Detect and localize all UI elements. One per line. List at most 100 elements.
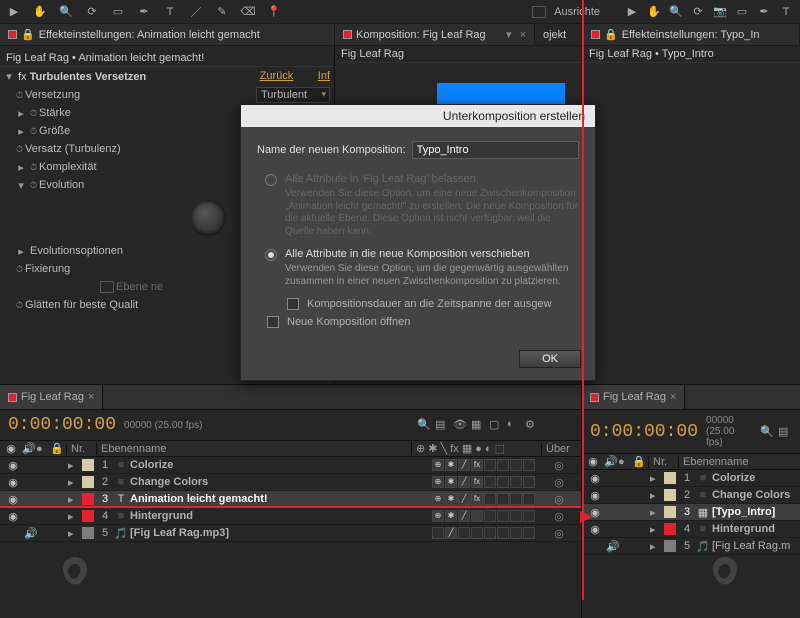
disclosure-icon[interactable]: ▾ <box>4 70 14 83</box>
pin-tool-icon[interactable]: 📍 <box>266 4 282 20</box>
disclosure-icon[interactable]: ▸ <box>68 459 80 472</box>
layer-row[interactable]: 🔊 ▸ 5 🎵 [Fig Leaf Rag.mp3] ╱◎ <box>0 525 581 542</box>
brush-tool-icon[interactable]: ／ <box>188 4 204 20</box>
stopwatch-icon[interactable]: ⏱ <box>16 264 23 275</box>
timeline-tab[interactable]: Fig Leaf Rag × <box>582 385 685 409</box>
layer-row[interactable]: ◉ ▸ 3 ▦ [Typo_Intro] <box>582 504 800 521</box>
tab-effect-settings-left[interactable]: 🔒 Effekteinstellungen: Animation leicht … <box>0 24 335 45</box>
duration-checkbox-row[interactable]: Kompositionsdauer an die Zeitspanne der … <box>287 298 579 310</box>
stopwatch-icon[interactable]: ⏱ <box>30 180 37 191</box>
eraser-tool-icon[interactable]: ⌫ <box>240 4 256 20</box>
layer-row[interactable]: ◉ ▸ 4 ■ Hintergrund ⊕✱╱◎ <box>0 508 581 525</box>
comp-viewer[interactable] <box>335 63 583 109</box>
stamp-tool-icon[interactable]: ✎ <box>214 4 230 20</box>
label-color[interactable] <box>82 510 94 522</box>
hand-tool-icon[interactable]: ✋ <box>32 4 48 20</box>
zoom-tool2-icon[interactable]: 🔍 <box>668 4 684 20</box>
pen-tool2-icon[interactable]: ✒ <box>756 4 772 20</box>
close-icon[interactable]: × <box>88 391 94 403</box>
tab-effect-settings-right[interactable]: 🔒 Effekteinstellungen: Typo_In <box>583 24 800 45</box>
checkbox-open[interactable] <box>267 316 279 328</box>
layer-row[interactable]: ◉ ▸ 4 ■ Hintergrund <box>582 521 800 538</box>
rotate-tool-icon[interactable]: ⟳ <box>84 4 100 20</box>
stopwatch-icon[interactable]: ⏱ <box>16 300 23 311</box>
label-color[interactable] <box>82 476 94 488</box>
speaker-icon[interactable]: 🔊 <box>24 527 38 540</box>
timecode[interactable]: 0:00:00:00 <box>590 422 698 442</box>
text-tool-icon[interactable]: T <box>162 4 178 20</box>
disclosure-icon[interactable]: ▸ <box>68 527 80 540</box>
stopwatch-icon[interactable]: ⏱ <box>30 126 37 137</box>
disclosure-icon[interactable]: ▸ <box>16 245 26 258</box>
graph-icon[interactable]: ▤ <box>778 425 792 439</box>
camera-tool-icon[interactable]: 📷 <box>712 4 728 20</box>
shy-icon[interactable]: 👁 <box>453 418 467 432</box>
frame-blend-icon[interactable]: ▢ <box>489 418 503 432</box>
search-icon[interactable]: 🔍 <box>417 418 431 432</box>
timecode[interactable]: 0:00:00:00 <box>8 415 116 435</box>
close-icon[interactable]: × <box>670 391 676 403</box>
disclosure-icon[interactable]: ▸ <box>16 161 26 174</box>
text-tool2-icon[interactable]: T <box>778 4 794 20</box>
rect-tool2-icon[interactable]: ▭ <box>734 4 750 20</box>
dropdown-versetzung[interactable]: Turbulent <box>256 87 330 103</box>
disclosure-icon[interactable]: ▸ <box>68 476 80 489</box>
eye-icon[interactable]: ◉ <box>2 476 24 489</box>
tab-project[interactable]: ojekt <box>535 24 583 45</box>
zoom-tool-icon[interactable]: 🔍 <box>58 4 74 20</box>
label-color[interactable] <box>664 506 676 518</box>
disclosure-icon[interactable]: ▸ <box>650 472 662 485</box>
align-checkbox[interactable] <box>532 6 546 18</box>
disclosure-icon[interactable]: ▸ <box>68 510 80 523</box>
ok-button[interactable]: OK <box>519 350 581 368</box>
selection-tool-icon[interactable]: ▶ <box>6 4 22 20</box>
stopwatch-icon[interactable]: ⏱ <box>30 162 37 173</box>
disclosure-icon[interactable]: ▸ <box>16 107 26 120</box>
label-color[interactable] <box>82 459 94 471</box>
disclosure-icon[interactable]: ▸ <box>650 506 662 519</box>
graph-icon[interactable]: ▤ <box>435 418 449 432</box>
eye-icon[interactable]: ◉ <box>2 459 24 472</box>
disclosure-icon[interactable]: ▾ <box>16 179 26 192</box>
open-checkbox-row[interactable]: Neue Komposition öffnen <box>267 316 579 328</box>
label-color[interactable] <box>664 523 676 535</box>
layer-row[interactable]: ◉ ▸ 3 T Animation leicht gemacht! ⊕✱╱fx◎ <box>0 491 581 508</box>
checkbox-duration[interactable] <box>287 298 299 310</box>
reset-link[interactable]: Zurück <box>260 70 294 82</box>
disclosure-icon[interactable]: ▸ <box>650 523 662 536</box>
eye-icon[interactable]: ◉ <box>584 472 606 485</box>
disclosure-icon[interactable]: ▸ <box>68 493 80 506</box>
timeline-tab[interactable]: Fig Leaf Rag × <box>0 385 103 409</box>
stopwatch-icon[interactable]: ⏱ <box>16 144 23 155</box>
stopwatch-icon[interactable]: ⏱ <box>16 90 23 101</box>
tab-dropdown-icon[interactable]: ▾ <box>506 28 512 41</box>
label-color[interactable] <box>664 472 676 484</box>
layer-row[interactable]: ◉ ▸ 1 ■ Colorize <box>582 470 800 487</box>
rotation-knob[interactable] <box>190 200 226 236</box>
layer-row[interactable]: ◉ ▸ 2 ■ Change Colors ⊕✱╱fx◎ <box>0 474 581 491</box>
brainstorm-icon[interactable]: ⚙ <box>525 418 539 432</box>
label-color[interactable] <box>82 493 94 505</box>
eye-icon[interactable]: ◉ <box>2 493 24 506</box>
disclosure-icon[interactable]: ▸ <box>650 489 662 502</box>
tab-composition[interactable]: Komposition: Fig Leaf Rag ▾ × <box>335 24 535 45</box>
layer-row[interactable]: 🔊 ▸ 5 🎵 [Fig Leaf Rag.m <box>582 538 800 555</box>
checkbox-ebene[interactable] <box>100 281 114 293</box>
comp-name-input[interactable] <box>412 141 579 159</box>
search-icon[interactable]: 🔍 <box>760 425 774 439</box>
close-icon[interactable]: × <box>520 29 526 41</box>
motion-blur-icon[interactable]: ◐ <box>507 418 521 432</box>
label-color[interactable] <box>664 489 676 501</box>
label-color[interactable] <box>664 540 676 552</box>
rect-tool-icon[interactable]: ▭ <box>110 4 126 20</box>
disclosure-icon[interactable]: ▸ <box>650 540 662 553</box>
stopwatch-icon[interactable]: ⏱ <box>30 108 37 119</box>
label-color[interactable] <box>82 527 94 539</box>
option-move-attributes[interactable]: Alle Attribute in die neue Komposition v… <box>265 248 579 261</box>
eye-icon[interactable]: ◉ <box>2 510 24 523</box>
hand-tool2-icon[interactable]: ✋ <box>646 4 662 20</box>
layer-row[interactable]: ◉ ▸ 1 ■ Colorize ⊕✱╱fx◎ <box>0 457 581 474</box>
disclosure-icon[interactable]: ▸ <box>16 125 26 138</box>
info-link[interactable]: Inf <box>318 70 330 82</box>
eye-icon[interactable]: ◉ <box>584 489 606 502</box>
